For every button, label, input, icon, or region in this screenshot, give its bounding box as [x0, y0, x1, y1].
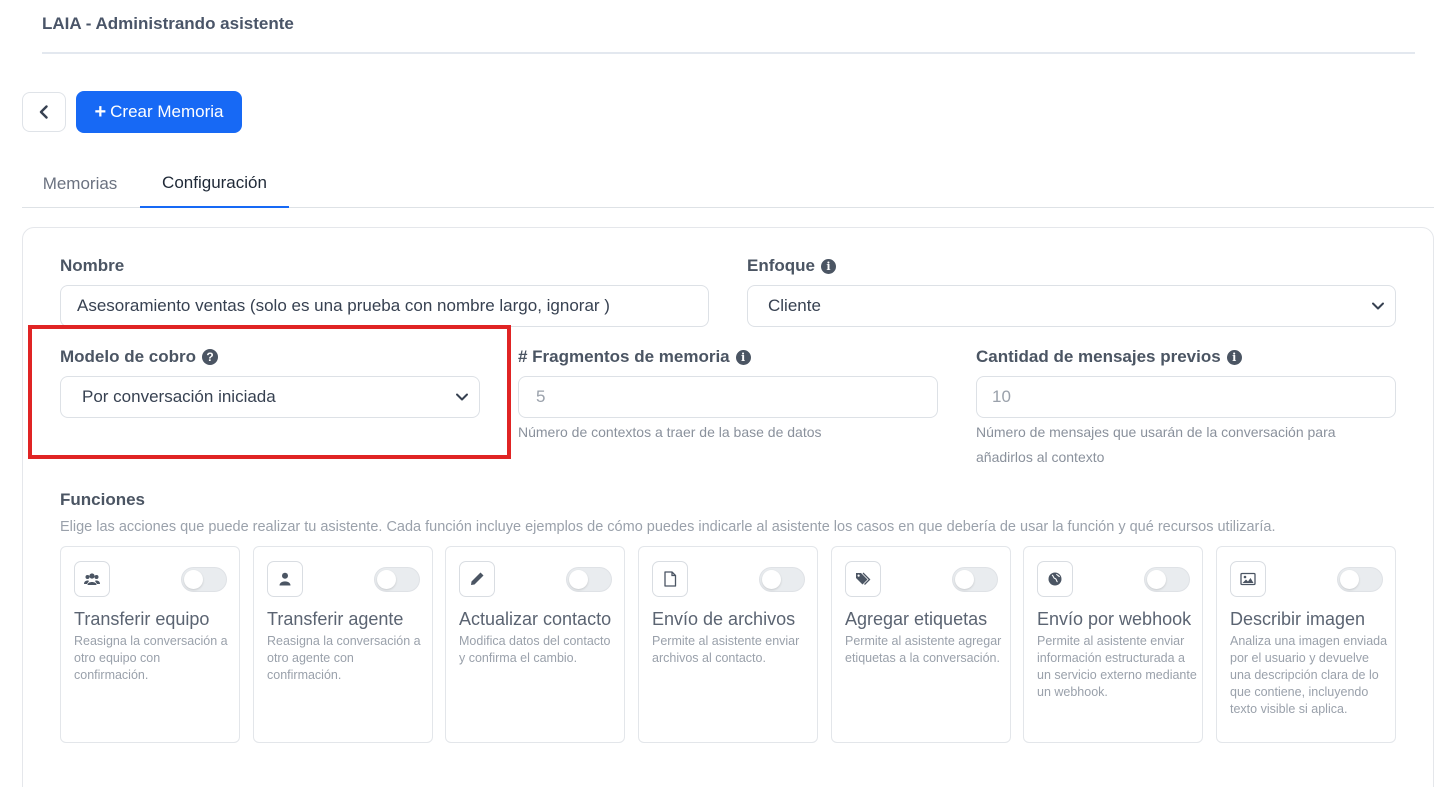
- fragmentos-label: # Fragmentos de memoria i: [518, 347, 751, 367]
- mensajes-label-text: Cantidad de mensajes previos: [976, 347, 1221, 366]
- mensajes-help-line-2: añadirlos al contexto: [976, 449, 1105, 465]
- function-name: Agregar etiquetas: [845, 609, 988, 629]
- user-icon: [267, 561, 303, 597]
- function-description: Reasigna la conversación a otro equipo c…: [74, 634, 228, 682]
- info-icon[interactable]: i: [1226, 349, 1242, 365]
- tab-configuracion[interactable]: Configuración: [140, 160, 289, 208]
- function-description: Permite al asistente enviar información …: [1037, 634, 1197, 699]
- nombre-input[interactable]: Asesoramiento ventas (solo es una prueba…: [60, 285, 709, 327]
- function-card-agregar-etiquetas[interactable]: Agregar etiquetas Permite al asistente a…: [831, 546, 1011, 743]
- chevron-left-icon: [39, 105, 48, 119]
- funciones-description: Elige las acciones que puede realizar tu…: [60, 519, 1276, 535]
- toggle-switch[interactable]: [181, 567, 227, 592]
- function-description: Modifica datos del contacto y confirma e…: [459, 634, 611, 665]
- function-description: Analiza una imagen enviada por el usuari…: [1230, 634, 1388, 716]
- pencil-icon: [459, 561, 495, 597]
- function-description: Permite al asistente agregar etiquetas a…: [845, 634, 1002, 665]
- mensajes-input[interactable]: 10: [976, 376, 1396, 418]
- back-button[interactable]: [22, 92, 66, 132]
- nombre-label-text: Nombre: [60, 256, 125, 275]
- info-icon[interactable]: i: [821, 258, 836, 274]
- page-title: LAIA - Administrando asistente: [42, 14, 294, 33]
- file-icon: [652, 561, 688, 597]
- mensajes-label: Cantidad de mensajes previos i: [976, 347, 1242, 367]
- image-icon: [1230, 561, 1266, 597]
- function-description: Reasigna la conversación a otro agente c…: [267, 634, 421, 682]
- plus-icon: +: [94, 101, 107, 123]
- fragmentos-input[interactable]: 5: [518, 376, 938, 418]
- enfoque-select-value: Cliente: [768, 296, 821, 315]
- chevron-down-icon: [1372, 302, 1384, 310]
- toggle-switch[interactable]: [566, 567, 612, 592]
- tab-memorias[interactable]: Memorias: [22, 160, 138, 208]
- function-card-envio-webhook[interactable]: Envío por webhook Permite al asistente e…: [1023, 546, 1203, 743]
- toggle-switch[interactable]: [1337, 567, 1383, 592]
- function-name: Envío de archivos: [652, 609, 796, 629]
- toggle-switch[interactable]: [1144, 567, 1190, 592]
- mensajes-help-line-1: Número de mensajes que usarán de la conv…: [976, 424, 1336, 440]
- nombre-label: Nombre: [60, 256, 124, 276]
- function-description: Permite al asistente enviar archivos al …: [652, 634, 800, 665]
- toggle-switch[interactable]: [952, 567, 998, 592]
- users-icon: [74, 561, 110, 597]
- fragmentos-help: Número de contextos a traer de la base d…: [518, 424, 822, 440]
- title-divider: [42, 52, 1415, 54]
- function-card-describir-imagen[interactable]: Describir imagen Analiza una imagen envi…: [1216, 546, 1396, 743]
- enfoque-select[interactable]: Cliente: [747, 285, 1396, 327]
- enfoque-label: Enfoque i: [747, 256, 836, 276]
- function-card-actualizar-contacto[interactable]: Actualizar contacto Modifica datos del c…: [445, 546, 625, 743]
- info-icon[interactable]: i: [735, 349, 751, 365]
- function-card-transferir-equipo[interactable]: Transferir equipo Reasigna la conversaci…: [60, 546, 240, 743]
- function-name: Envío por webhook: [1037, 609, 1192, 629]
- toggle-switch[interactable]: [374, 567, 420, 592]
- function-name: Transferir agente: [267, 609, 404, 629]
- create-memory-label: Crear Memoria: [110, 102, 224, 121]
- highlight-box: [28, 325, 511, 459]
- tags-icon: [845, 561, 881, 597]
- tabs-bar: Memorias Configuración: [22, 160, 1434, 208]
- fragmentos-label-text: # Fragmentos de memoria: [518, 347, 730, 366]
- function-card-envio-archivos[interactable]: Envío de archivos Permite al asistente e…: [638, 546, 818, 743]
- funciones-title: Funciones: [60, 490, 146, 509]
- toggle-switch[interactable]: [759, 567, 805, 592]
- globe-icon: [1037, 561, 1073, 597]
- function-name: Transferir equipo: [74, 609, 210, 629]
- enfoque-label-text: Enfoque: [747, 256, 815, 275]
- function-card-transferir-agente[interactable]: Transferir agente Reasigna la conversaci…: [253, 546, 433, 743]
- function-name: Describir imagen: [1230, 609, 1366, 629]
- create-memory-button[interactable]: + Crear Memoria: [76, 91, 242, 133]
- function-name: Actualizar contacto: [459, 609, 612, 629]
